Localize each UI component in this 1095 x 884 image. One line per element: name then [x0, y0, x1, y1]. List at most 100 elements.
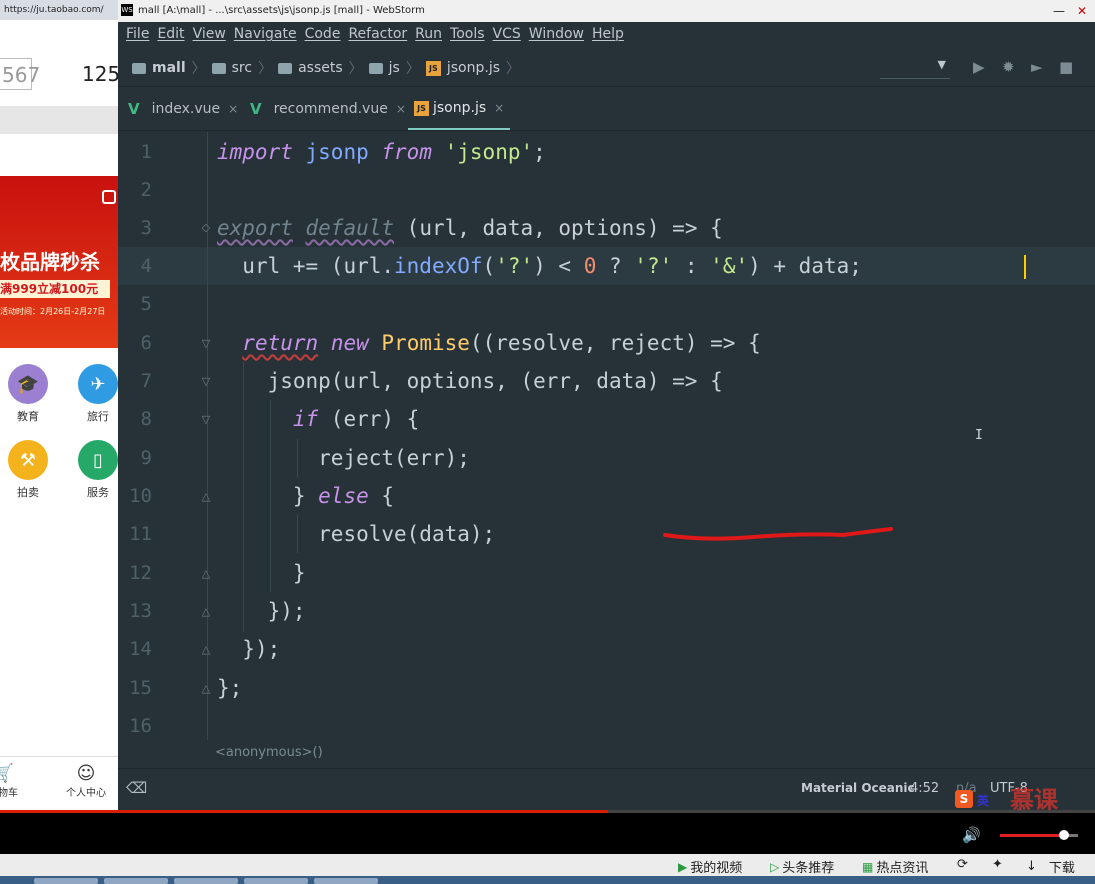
ime-language[interactable]: 英 — [977, 792, 989, 809]
volume-fill — [1000, 834, 1059, 837]
category-label: 服务 — [87, 486, 109, 499]
breadcrumb-file[interactable]: jsonp.js — [447, 60, 500, 76]
theme-indicator[interactable]: Material Oceanic — [801, 781, 915, 795]
run-configuration-dropdown[interactable]: ▼ — [880, 56, 950, 79]
video-progress-remaining[interactable] — [608, 810, 1095, 813]
fold-toggle-icon[interactable]: ▽ — [200, 338, 212, 350]
message-icon[interactable] — [102, 190, 116, 204]
code-breadcrumb[interactable]: <anonymous>() — [118, 740, 1095, 768]
volume-knob[interactable] — [1059, 830, 1069, 840]
menu-code[interactable]: Code — [305, 22, 341, 46]
category-education[interactable]: 🎓 教育 — [8, 364, 48, 424]
menu-window[interactable]: Window — [529, 22, 584, 46]
close-tab-icon[interactable]: × — [396, 102, 406, 116]
coverage-icon[interactable]: ► — [1031, 58, 1043, 76]
code-text: : — [672, 254, 711, 278]
minimize-button[interactable]: — — [1048, 0, 1070, 22]
category-auction[interactable]: ⚒ 拍卖 — [8, 440, 48, 500]
video-progress-played[interactable] — [0, 810, 608, 813]
fold-toggle-icon[interactable]: △ — [200, 568, 212, 580]
menu-file[interactable]: File — [126, 22, 149, 46]
fold-toggle-icon[interactable]: △ — [200, 606, 212, 618]
footer-download[interactable]: ↓ 下载 — [1026, 857, 1075, 876]
menu-help[interactable]: Help — [592, 22, 624, 46]
code-text: reject(err); — [318, 446, 470, 470]
line-number: 15 — [129, 677, 152, 699]
tab-recommend-vue[interactable]: Vrecommend.vue × — [250, 88, 406, 130]
os-taskbar — [0, 876, 1095, 884]
debug-icon[interactable]: ✹ — [1002, 58, 1015, 76]
taskbar-item[interactable] — [34, 878, 98, 884]
menu-vcs[interactable]: VCS — [493, 22, 521, 46]
fold-toggle-icon[interactable]: ▽ — [200, 414, 212, 426]
plane-icon: ✈ — [78, 364, 118, 404]
category-travel[interactable]: ✈ 旅行 — [78, 364, 118, 424]
hide-tool-windows-icon[interactable]: ⌫ — [126, 779, 147, 797]
tab-jsonp-js[interactable]: JS jsonp.js × — [408, 88, 511, 130]
function-breadcrumb[interactable]: <anonymous>() — [215, 745, 323, 760]
code-line-7: jsonp(url, options, (err, data) => { — [217, 362, 723, 400]
nav-profile[interactable]: ☺ 个人中心 — [66, 763, 106, 799]
code-line-1: import jsonp from 'jsonp'; — [217, 133, 546, 171]
video-player-controls: 🔊 — [0, 810, 1095, 854]
footer-my-video[interactable]: ▶ 我的视频 — [678, 857, 742, 877]
code-line-10: } else { — [217, 477, 394, 515]
run-icon[interactable]: ▶ — [973, 58, 985, 76]
menu-refactor[interactable]: Refactor — [348, 22, 407, 46]
folder-icon — [278, 62, 293, 74]
fold-toggle-icon[interactable]: △ — [200, 491, 212, 503]
fold-toggle-icon[interactable]: ▽ — [200, 376, 212, 388]
taskbar-item[interactable] — [104, 878, 168, 884]
code-text: ) + data; — [748, 254, 862, 278]
close-tab-icon[interactable]: × — [494, 101, 504, 115]
refresh-icon[interactable]: ⟳ — [957, 857, 968, 872]
category-service[interactable]: ▯ 服务 — [78, 440, 118, 500]
line-number: 3 — [140, 217, 152, 239]
code-text: } — [292, 561, 306, 585]
code-editor[interactable]: 1 2 3 4 5 6 7 8 9 10 11 12 13 14 15 16 ◇… — [118, 132, 1095, 740]
cursor-position[interactable]: 4:52 — [910, 781, 939, 796]
speaker-icon[interactable]: 🔊 — [962, 826, 981, 844]
taskbar-item[interactable] — [244, 878, 308, 884]
close-window-button[interactable]: ✕ — [1071, 0, 1093, 22]
vue-file-icon: V — [128, 100, 140, 118]
menu-edit[interactable]: Edit — [157, 22, 184, 46]
code-text: (err) { — [318, 407, 420, 431]
code-text: ( — [482, 254, 496, 278]
breadcrumb-assets[interactable]: assets — [298, 60, 343, 76]
window-title: mall [A:\mall] - ...\src\assets\js\jsonp… — [138, 5, 425, 16]
code-line-14: }); — [217, 630, 280, 668]
breadcrumb-mall[interactable]: mall — [152, 60, 186, 76]
fold-toggle-icon[interactable]: △ — [200, 683, 212, 695]
breadcrumb-js[interactable]: js — [389, 60, 400, 76]
browser-tab[interactable]: https://ju.taobao.com/ — [0, 0, 118, 20]
menu-view[interactable]: View — [193, 22, 226, 46]
cart-icon: 🛒 — [0, 763, 15, 784]
line-number: 10 — [129, 485, 152, 507]
nav-cart[interactable]: 🛒 购物车 — [0, 763, 18, 799]
stop-icon[interactable]: ■ — [1059, 58, 1073, 76]
menu-navigate[interactable]: Navigate — [234, 22, 297, 46]
code-text: }); — [242, 637, 281, 661]
taskbar-item[interactable] — [314, 878, 378, 884]
breadcrumb-src[interactable]: src — [232, 60, 252, 76]
footer-hot-news[interactable]: ▦ 热点资讯 — [862, 857, 928, 877]
menu-tools[interactable]: Tools — [450, 22, 485, 46]
fold-toggle-icon[interactable]: △ — [200, 644, 212, 656]
method: indexOf — [394, 254, 483, 278]
graduation-cap-icon: 🎓 — [8, 364, 48, 404]
footer-headline[interactable]: ▷ 头条推荐 — [770, 857, 834, 877]
line-number: 5 — [140, 293, 152, 315]
menu-run[interactable]: Run — [415, 22, 442, 46]
pin-icon[interactable]: ✦ — [992, 857, 1003, 872]
folder-icon — [368, 62, 383, 74]
fold-toggle-icon[interactable]: ◇ — [200, 222, 212, 234]
promo-banner[interactable]: 枚品牌秒杀 满999立减100元 活动时间：2月26日-2月27日 — [0, 176, 118, 348]
tab-label: index.vue — [151, 101, 221, 117]
taskbar-item[interactable] — [174, 878, 238, 884]
tab-index-vue[interactable]: Vindex.vue × — [128, 88, 238, 130]
close-tab-icon[interactable]: × — [228, 102, 238, 116]
user-icon: ☺ — [76, 763, 96, 784]
browser-input-field[interactable]: 567 — [0, 58, 40, 90]
bottom-nav: 🛒 购物车 ☺ 个人中心 — [0, 756, 118, 810]
